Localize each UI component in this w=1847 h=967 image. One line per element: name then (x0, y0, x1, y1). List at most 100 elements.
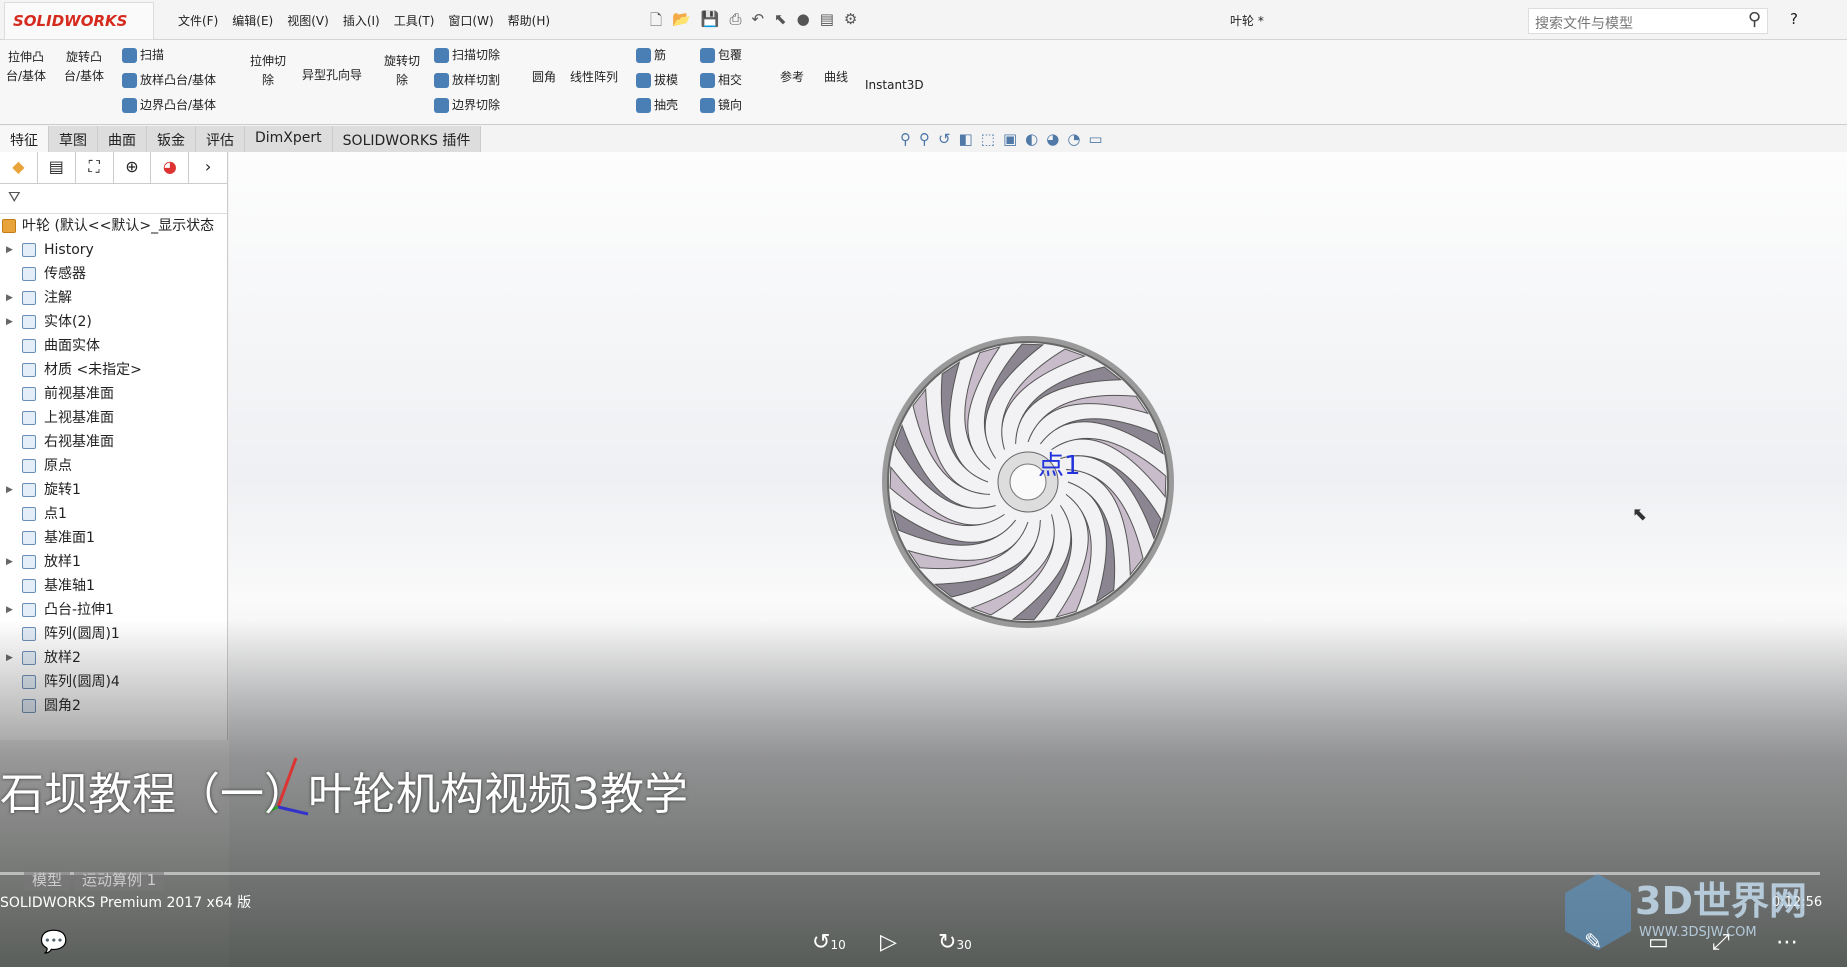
more-options-icon[interactable]: ⋯ (1776, 930, 1798, 955)
expand-arrow-icon[interactable]: ▶ (6, 646, 13, 670)
menu-item[interactable]: 帮助(H) (508, 12, 550, 29)
tree-item[interactable]: 点1 (0, 502, 227, 526)
pen-icon[interactable]: ✎ (1584, 930, 1602, 955)
property-manager-tab-icon[interactable]: ▤ (38, 152, 76, 183)
help-button[interactable]: ? (1790, 10, 1798, 28)
impeller-model[interactable]: 点1 (878, 332, 1178, 632)
tree-item[interactable]: 右视基准面 (0, 430, 227, 454)
curves-button[interactable]: 曲线 (824, 68, 848, 87)
draft-button[interactable]: 拔模 (636, 71, 678, 90)
undo-icon[interactable]: ↶ (751, 10, 764, 35)
display-manager-tab-icon[interactable]: ◕ (151, 152, 190, 183)
configuration-manager-tab-icon[interactable]: ⛶ (76, 152, 114, 183)
view-settings-icon[interactable]: ▭ (1088, 130, 1102, 148)
tree-item[interactable]: ▶ History (0, 238, 227, 262)
tree-item[interactable]: 前视基准面 (0, 382, 227, 406)
revolve-cut-button[interactable]: 旋转切 除 (384, 52, 420, 90)
fillet-button[interactable]: 圆角 (532, 68, 556, 87)
tree-item[interactable]: 传感器 (0, 262, 227, 286)
expand-arrow-icon[interactable]: ▶ (6, 286, 13, 310)
options-gear-icon[interactable]: ⚙ (844, 10, 857, 35)
section-view-icon[interactable]: ◧ (959, 130, 973, 148)
fullscreen-icon[interactable]: ⤢ (1712, 930, 1730, 955)
tree-item[interactable]: ▶ 实体(2) (0, 310, 227, 334)
bottom-tab-motion-study[interactable]: 运动算例 1 (74, 868, 165, 891)
tree-item[interactable]: 圆角2 (0, 694, 227, 718)
wrap-button[interactable]: 包覆 (700, 46, 742, 65)
previous-view-icon[interactable]: ↺ (938, 130, 951, 148)
rib-button[interactable]: 筋 (636, 46, 666, 65)
forward-button[interactable]: ↻30 (938, 930, 972, 955)
save-icon[interactable]: 💾 (701, 10, 720, 35)
rewind-button[interactable]: ↺10 (812, 930, 846, 955)
zoom-area-icon[interactable]: ⚲ (919, 130, 930, 148)
intersect-button[interactable]: 相交 (700, 71, 742, 90)
boundary-cut-button[interactable]: 边界切除 (434, 96, 500, 115)
select-icon[interactable]: ⬉ (774, 10, 787, 35)
tree-root-part[interactable]: 叶轮 (默认<<默认>_显示状态 (0, 214, 227, 238)
danmaku-comment-icon[interactable]: 💬 (40, 930, 67, 955)
tree-item[interactable]: ▶ 旋转1 (0, 478, 227, 502)
new-icon[interactable]: 🗋 (650, 10, 662, 35)
menu-item[interactable]: 文件(F) (178, 12, 218, 29)
tree-item[interactable]: 曲面实体 (0, 334, 227, 358)
picture-in-picture-icon[interactable]: ▭ (1648, 930, 1669, 955)
instant3d-button[interactable]: Instant3D (865, 76, 924, 95)
tree-item[interactable]: 基准面1 (0, 526, 227, 550)
solidworks-logo[interactable]: SOLIDWORKS (4, 2, 154, 40)
reference-geometry-button[interactable]: 参考 (780, 68, 804, 87)
search-icon[interactable]: ⚲ (1748, 9, 1761, 30)
file-properties-icon[interactable]: ▤ (820, 10, 834, 35)
command-tab[interactable]: 草图 (49, 126, 98, 152)
tree-item[interactable]: ▶ 凸台-拉伸1 (0, 598, 227, 622)
boundary-boss-button[interactable]: 边界凸台/基体 (122, 96, 216, 115)
command-tab[interactable]: 评估 (196, 126, 245, 152)
lofted-cut-button[interactable]: 放样切割 (434, 71, 500, 90)
play-button[interactable]: ▷ (880, 930, 897, 955)
tree-item[interactable]: 原点 (0, 454, 227, 478)
tree-item[interactable]: ▶ 注解 (0, 286, 227, 310)
linear-pattern-button[interactable]: 线性阵列 (570, 68, 618, 87)
tree-item[interactable]: 上视基准面 (0, 406, 227, 430)
tree-item[interactable]: 材质 <未指定> (0, 358, 227, 382)
menu-item[interactable]: 视图(V) (287, 12, 329, 29)
command-tab[interactable]: DimXpert (245, 126, 333, 152)
expand-arrow-icon[interactable]: ▶ (6, 478, 13, 502)
appearance-icon[interactable]: ◕ (1046, 130, 1059, 148)
video-progress-bar[interactable] (0, 872, 1820, 875)
expand-arrow-icon[interactable]: ▶ (6, 238, 13, 262)
command-tab[interactable]: 曲面 (98, 126, 147, 152)
view-orientation-icon[interactable]: ⬚ (981, 130, 995, 148)
search-input[interactable]: 搜索文件与模型 ⚲ (1528, 8, 1768, 34)
sweep-button[interactable]: 扫描 (122, 46, 164, 65)
tree-item[interactable]: ▶ 放样1 (0, 550, 227, 574)
menu-item[interactable]: 编辑(E) (232, 12, 273, 29)
bottom-tab-model[interactable]: 模型 (24, 868, 71, 891)
feature-manager-tab-icon[interactable]: ◆ (0, 152, 38, 183)
extrude-boss-button[interactable]: 拉伸凸 台/基体 (6, 48, 46, 86)
mirror-button[interactable]: 镜向 (700, 96, 742, 115)
command-tab[interactable]: 钣金 (147, 126, 196, 152)
menu-item[interactable]: 工具(T) (394, 12, 435, 29)
loft-boss-button[interactable]: 放样凸台/基体 (122, 71, 216, 90)
open-icon[interactable]: 📂 (672, 10, 691, 35)
extrude-cut-button[interactable]: 拉伸切 除 (250, 52, 286, 90)
revolve-boss-button[interactable]: 旋转凸 台/基体 (64, 48, 104, 86)
shell-button[interactable]: 抽壳 (636, 96, 678, 115)
panel-expand-chevron-icon[interactable]: › (189, 152, 227, 183)
scene-icon[interactable]: ◔ (1067, 130, 1080, 148)
tree-item[interactable]: 基准轴1 (0, 574, 227, 598)
tree-item[interactable]: 阵列(圆周)1 (0, 622, 227, 646)
expand-arrow-icon[interactable]: ▶ (6, 598, 13, 622)
rebuild-icon[interactable]: ● (797, 10, 810, 35)
filter-icon[interactable]: ⛛ (0, 184, 227, 214)
command-tab[interactable]: 特征 (0, 126, 49, 152)
hole-wizard-button[interactable]: 异型孔向导 (302, 66, 362, 85)
zoom-to-fit-icon[interactable]: ⚲ (900, 130, 911, 148)
menu-item[interactable]: 插入(I) (343, 12, 380, 29)
swept-cut-button[interactable]: 扫描切除 (434, 46, 500, 65)
expand-arrow-icon[interactable]: ▶ (6, 550, 13, 574)
menu-item[interactable]: 窗口(W) (448, 12, 493, 29)
hide-show-icon[interactable]: ◐ (1025, 130, 1038, 148)
expand-arrow-icon[interactable]: ▶ (6, 310, 13, 334)
